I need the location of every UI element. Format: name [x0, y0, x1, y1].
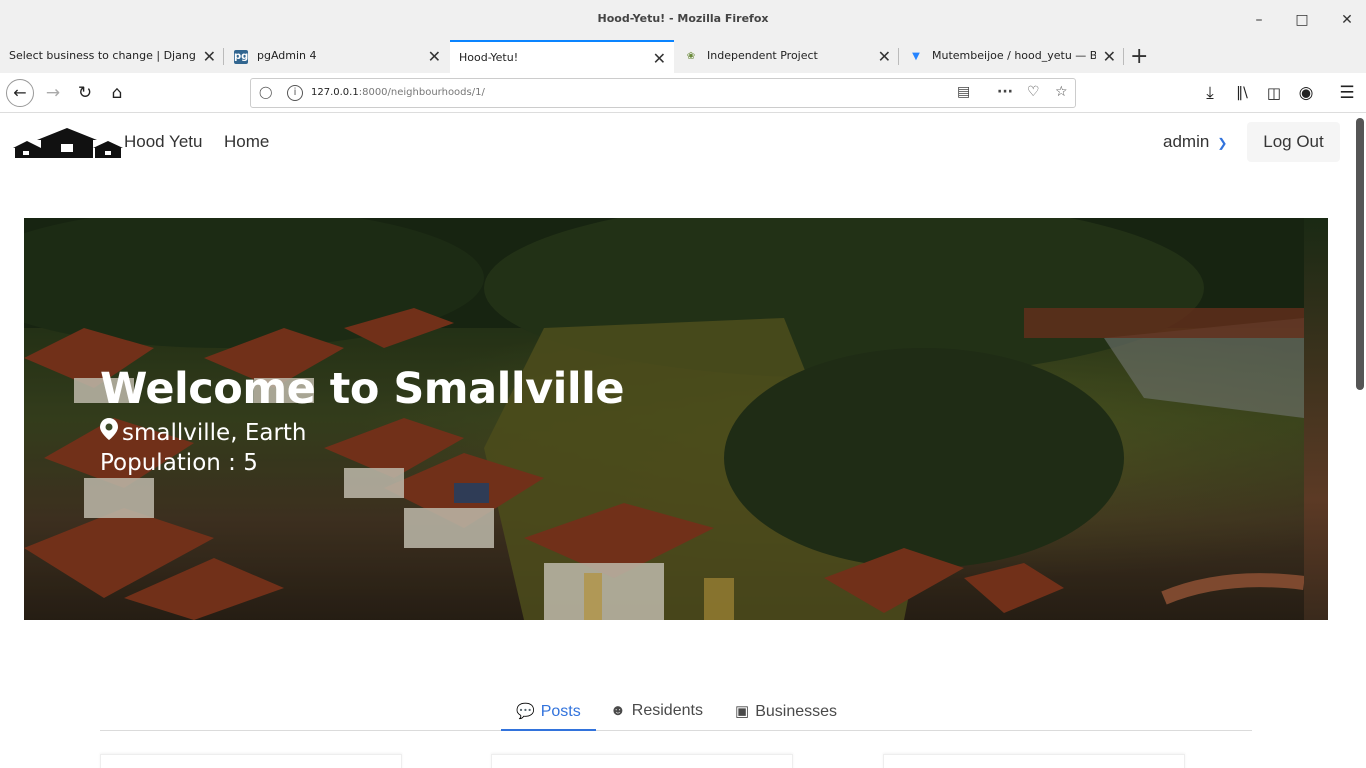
new-tab-icon[interactable]: + — [1130, 44, 1148, 69]
post-card — [491, 754, 793, 768]
close-icon[interactable]: ✕ — [653, 49, 666, 68]
window-titlebar: Hood-Yetu! - Mozilla Firefox – □ ✕ — [0, 0, 1366, 40]
content-tabs: 💬 Posts ☻ Residents ▣ Businesses — [100, 694, 1252, 731]
user-dropdown[interactable]: admin ❯ — [1163, 132, 1227, 152]
username: admin — [1163, 132, 1210, 151]
tab-posts[interactable]: 💬 Posts — [501, 694, 596, 731]
tab-label: Hood-Yetu! — [459, 51, 519, 64]
tab-residents[interactable]: ☻ Residents — [610, 694, 703, 731]
chevron-down-icon: ❯ — [1217, 136, 1228, 150]
bookmark-star-icon[interactable]: ☆ — [1055, 84, 1068, 100]
users-icon: ☻ — [610, 702, 626, 719]
hero-title: Welcome to Smallville — [100, 364, 625, 414]
briefcase-icon: ▣ — [735, 703, 750, 720]
hero-location-text: smallville, Earth — [122, 420, 307, 446]
home-icon[interactable]: ⌂ — [105, 81, 129, 105]
close-icon[interactable]: ✕ — [878, 47, 891, 66]
tab-bitbucket[interactable]: ▼ Mutembeijoe / hood_yetu — Bi ✕ — [900, 40, 1124, 73]
tab-independent-project[interactable]: ❀ Independent Project ✕ — [675, 40, 899, 73]
close-icon[interactable]: ✕ — [1103, 47, 1116, 66]
tab-hood-yetu[interactable]: Hood-Yetu! ✕ — [450, 40, 674, 74]
pgadmin-icon: pg — [234, 50, 249, 64]
pocket-icon[interactable]: ♡ — [1027, 84, 1040, 100]
back-icon[interactable]: ← — [6, 79, 34, 107]
close-icon[interactable]: ✕ — [203, 47, 216, 66]
post-card — [100, 754, 402, 768]
home-link[interactable]: Home — [224, 132, 269, 152]
site-brand[interactable]: Hood Yetu — [124, 132, 202, 152]
web-page: Hood Yetu Home admin ❯ Log Out Welcome t… — [0, 114, 1366, 768]
info-icon[interactable]: i — [287, 85, 303, 101]
account-icon[interactable]: ◉ — [1294, 81, 1318, 105]
more-actions-icon[interactable]: ··· — [997, 84, 1013, 100]
page-scrollbar[interactable] — [1356, 118, 1364, 390]
forward-icon[interactable]: → — [41, 81, 65, 105]
map-marker-icon — [100, 418, 118, 440]
palm-tree-icon: ❀ — [686, 51, 696, 62]
houses-logo-icon[interactable] — [13, 126, 123, 158]
sidebar-icon[interactable]: ◫ — [1262, 81, 1286, 105]
minimize-icon[interactable]: – — [1249, 10, 1269, 30]
hero-location: smallville, Earth — [100, 418, 307, 446]
nav-toolbar: ← → ↻ ⌂ ◯ i 127.0.0.1:8000/neighbourhood… — [0, 73, 1366, 113]
window-title: Hood-Yetu! - Mozilla Firefox — [597, 12, 769, 25]
logout-button[interactable]: Log Out — [1247, 122, 1340, 162]
tab-label: Independent Project — [707, 49, 818, 62]
close-window-icon[interactable]: ✕ — [1337, 10, 1357, 30]
address-bar[interactable]: ◯ i 127.0.0.1:8000/neighbourhoods/1/ ▤ ·… — [250, 78, 1076, 108]
maximize-icon[interactable]: □ — [1292, 10, 1312, 30]
close-icon[interactable]: ✕ — [428, 47, 441, 66]
menu-icon[interactable]: ☰ — [1335, 81, 1359, 105]
tab-label: Mutembeijoe / hood_yetu — Bi — [932, 49, 1096, 62]
reader-view-icon[interactable]: ▤ — [957, 84, 970, 100]
bitbucket-icon: ▼ — [912, 51, 920, 62]
post-card — [883, 754, 1185, 768]
tab-django-admin[interactable]: Select business to change | Django ✕ — [0, 40, 224, 73]
tab-label: pgAdmin 4 — [257, 49, 317, 62]
shield-icon[interactable]: ◯ — [259, 85, 273, 101]
hero-banner: Welcome to Smallville smallville, Earth … — [24, 218, 1328, 620]
reload-icon[interactable]: ↻ — [73, 81, 97, 105]
tab-pgadmin[interactable]: pg pgAdmin 4 ✕ — [225, 40, 449, 73]
downloads-icon[interactable]: ⤓ — [1198, 81, 1222, 105]
tab-businesses[interactable]: ▣ Businesses — [735, 694, 837, 731]
url-text[interactable]: 127.0.0.1:8000/neighbourhoods/1/ — [311, 87, 485, 98]
tab-strip: Select business to change | Django ✕ pg … — [0, 40, 1366, 74]
tab-label: Select business to change | Django — [9, 49, 196, 62]
comments-icon: 💬 — [516, 703, 535, 720]
hero-population: Population : 5 — [100, 450, 258, 476]
library-icon[interactable]: ‖\ — [1230, 81, 1254, 105]
